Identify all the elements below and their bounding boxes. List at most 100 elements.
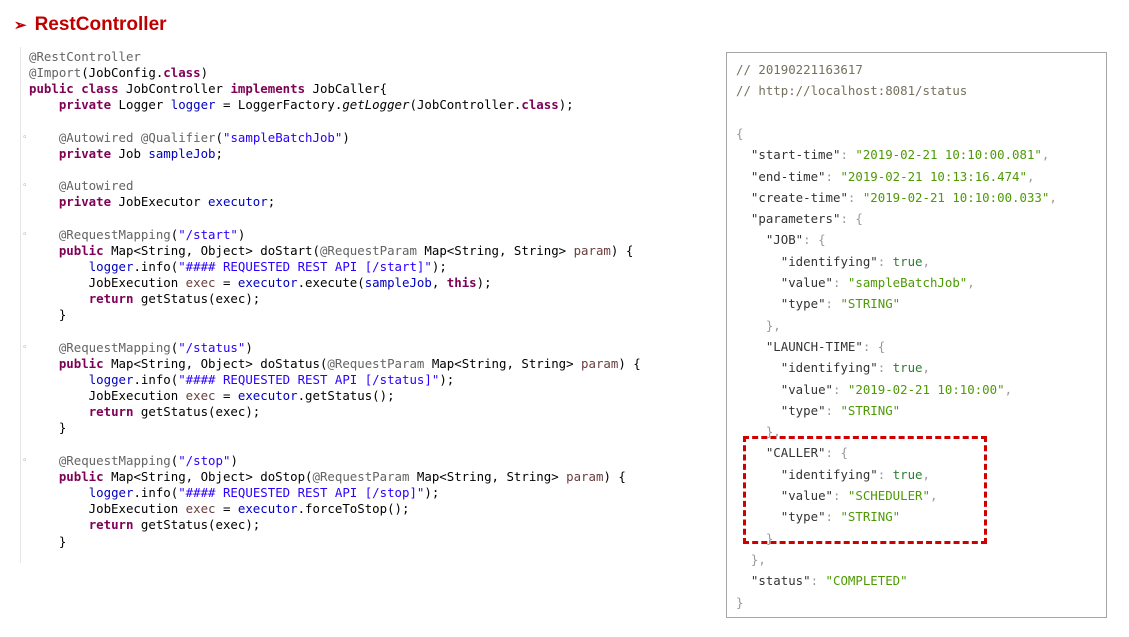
json-token: :: [877, 466, 893, 482]
code-token: public: [58, 242, 104, 258]
code-line: JobExecution exec = executor.forceToStop…: [29, 501, 410, 517]
fold-marker-icon[interactable]: ◦: [22, 178, 28, 194]
json-token: :: [832, 275, 848, 290]
json-token: :: [825, 402, 841, 418]
json-line: },: [736, 549, 766, 570]
json-token: "2019-02-21 10:10:00.033": [862, 189, 1050, 205]
json-line: "type": "STRING": [736, 400, 900, 421]
code-token: param: [573, 242, 611, 258]
code-token: public: [58, 468, 104, 484]
code-token: (JobConfig.: [81, 65, 164, 81]
code-token: @Qualifier: [140, 129, 216, 145]
code-token: =: [215, 388, 238, 404]
json-token: "2019-02-21 10:10:00.081": [855, 147, 1042, 163]
code-token: ): [237, 226, 246, 242]
code-token: getStatus(exec);: [133, 404, 261, 420]
code-token: return: [88, 291, 134, 307]
code-token: JobExecution: [29, 501, 186, 517]
code-token: sampleJob: [148, 145, 216, 161]
json-token: }: [736, 594, 744, 610]
json-token: : {: [803, 232, 826, 248]
code-line: public Map<String, Object> doStart(@Requ…: [29, 243, 633, 259]
fold-marker-icon[interactable]: ◦: [22, 453, 28, 469]
code-token: @RequestParam: [312, 468, 410, 484]
java-code-editor[interactable]: @RestController @Import(JobConfig.class) p…: [20, 47, 671, 563]
json-token: "value": [780, 275, 833, 290]
json-token: true: [892, 466, 923, 482]
json-response-viewer[interactable]: // 20190221163617 // http://localhost:808…: [726, 52, 1107, 618]
code-token: executor: [237, 275, 298, 291]
code-token: Map<String, Object> doStop(: [103, 468, 313, 484]
code-token: JobExecutor: [111, 194, 209, 210]
code-token: logger: [88, 258, 134, 274]
json-token: "SCHEDULER": [847, 488, 930, 503]
code-token: .info(: [133, 258, 179, 274]
json-token: "identifying": [780, 253, 878, 269]
code-token: getStatus(exec);: [133, 517, 261, 533]
code-token: "/start": [178, 226, 238, 242]
code-token: exec: [185, 388, 216, 404]
json-token: "identifying": [780, 466, 878, 482]
code-line: public Map<String, Object> doStop(@Reque…: [29, 469, 626, 485]
fold-marker-icon[interactable]: ◦: [22, 227, 28, 243]
fold-marker-icon[interactable]: ◦: [22, 340, 28, 356]
code-token: Map<String, Object> doStatus(: [103, 355, 328, 371]
code-line: private Logger logger = LoggerFactory.ge…: [29, 97, 574, 113]
json-token: },: [736, 551, 766, 567]
code-token: ,: [431, 275, 447, 291]
json-token: :: [840, 147, 856, 163]
json-token: },: [736, 317, 781, 333]
code-token: );: [424, 485, 440, 501]
code-token: executor: [237, 388, 298, 404]
json-token: :: [832, 488, 848, 503]
json-line: {: [736, 123, 743, 144]
json-token: : {: [862, 338, 886, 354]
code-line: logger.info("#### REQUESTED REST API [/s…: [29, 259, 447, 275]
json-token: :: [877, 253, 893, 269]
json-line: "type": "STRING": [736, 293, 900, 314]
json-token: true: [892, 360, 923, 376]
code-token: .forceToStop();: [297, 501, 410, 517]
code-token: JobExecution: [29, 388, 186, 404]
code-token: ) {: [610, 242, 634, 258]
json-line: // http://localhost:8081/status: [736, 80, 967, 101]
json-line: "start-time": "2019-02-21 10:10:00.081",: [736, 144, 1049, 165]
code-token: Logger: [111, 97, 171, 113]
json-line: }: [736, 592, 743, 613]
json-token: ,: [922, 466, 930, 482]
code-token: Map<String, String>: [416, 242, 574, 258]
json-line: "identifying": true,: [736, 251, 930, 272]
code-token: @Import: [29, 65, 82, 81]
code-token: return: [88, 517, 134, 533]
code-token: ) {: [618, 355, 641, 371]
code-token: JobExecution: [29, 275, 186, 291]
code-token: private: [58, 194, 112, 210]
section-heading: ➢ RestController: [14, 12, 167, 38]
code-line: logger.info("#### REQUESTED REST API [/s…: [29, 485, 440, 501]
code-token: @RequestMapping: [58, 339, 171, 355]
json-token: // http://localhost:8081/status: [736, 83, 968, 99]
json-line: "LAUNCH-TIME": {: [736, 336, 885, 357]
code-token: public: [29, 81, 74, 97]
code-token: = LoggerFactory.: [215, 97, 343, 113]
code-line: public class JobController implements Jo…: [29, 81, 387, 97]
fold-marker-icon[interactable]: ◦: [22, 130, 28, 146]
code-token: ;: [215, 145, 223, 161]
json-line: "end-time": "2019-02-21 10:13:16.474",: [736, 166, 1035, 187]
json-token: "parameters": [750, 211, 841, 227]
code-token: this: [446, 275, 477, 291]
code-token: exec: [185, 501, 216, 517]
